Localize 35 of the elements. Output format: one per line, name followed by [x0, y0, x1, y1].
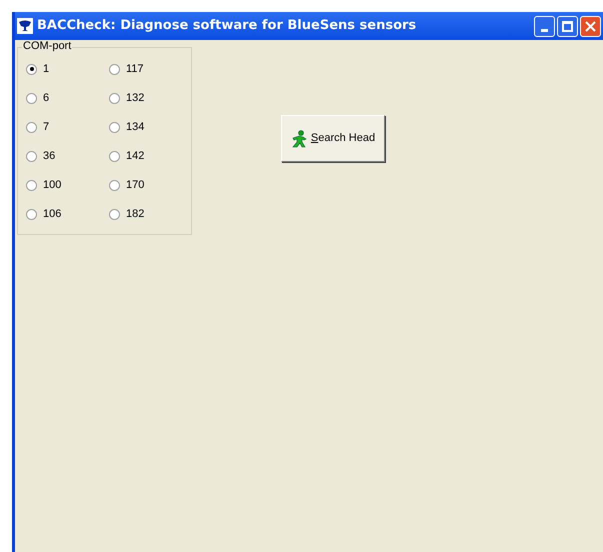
maximize-icon	[562, 20, 573, 32]
close-icon	[585, 20, 596, 32]
radio-label: 1	[43, 62, 50, 77]
radio-label: 117	[126, 62, 144, 77]
group-label: COM-port	[22, 40, 72, 53]
radio-label: 6	[43, 90, 50, 106]
radio-button[interactable]	[109, 150, 120, 162]
radio-label: 36	[43, 148, 56, 164]
maximize-button[interactable]	[557, 16, 578, 36]
radio-label: 170	[126, 178, 144, 193]
radio-label: 132	[126, 90, 144, 106]
radio-label: 7	[43, 120, 50, 135]
radio-label: 142	[126, 148, 144, 164]
radio-button[interactable]	[26, 208, 37, 220]
radio-button[interactable]	[109, 122, 120, 132]
radio-button[interactable]	[26, 180, 37, 190]
radio-button[interactable]	[109, 64, 120, 74]
search-head-button[interactable]: Search Head	[281, 115, 385, 162]
radio-button[interactable]	[109, 208, 120, 220]
radio-button[interactable]	[109, 92, 120, 104]
radio-button[interactable]	[109, 180, 120, 190]
running-figure-icon	[290, 130, 307, 148]
radio-label: 106	[43, 206, 62, 222]
radio-button[interactable]	[26, 92, 37, 104]
radio-button[interactable]	[26, 150, 37, 162]
app-icon	[17, 18, 33, 34]
minimize-button[interactable]	[534, 16, 555, 36]
close-button[interactable]	[580, 16, 601, 36]
radio-label: 134	[126, 120, 144, 135]
window-title: BACCheck: Diagnose software for BlueSens sensors	[37, 17, 416, 36]
radio-button[interactable]	[26, 64, 37, 74]
minimize-icon	[541, 28, 548, 32]
radio-label: 100	[43, 178, 62, 193]
radio-button[interactable]	[26, 122, 37, 132]
radio-label: 182	[126, 206, 144, 222]
